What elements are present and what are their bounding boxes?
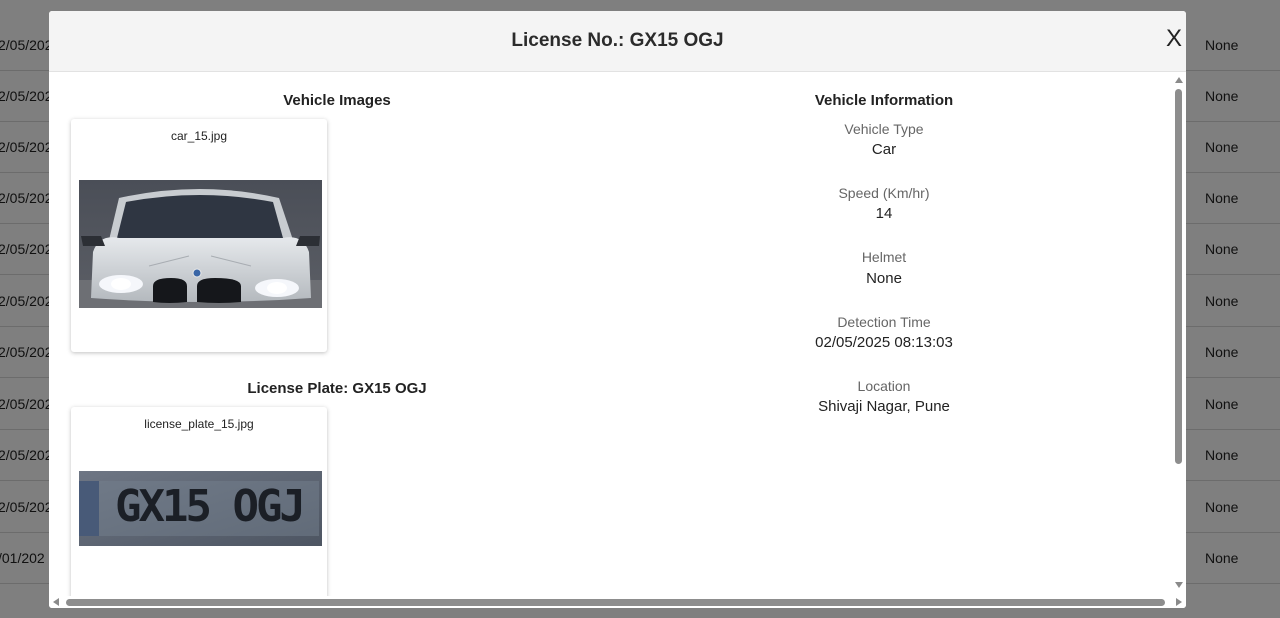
vehicle-information-heading: Vehicle Information (814, 92, 954, 109)
modal-header: License No.: GX15 OGJ X (49, 11, 1186, 72)
detection-time-label: Detection Time (837, 314, 931, 330)
horizontal-scroll-thumb[interactable] (66, 599, 1165, 606)
plate-text: GX15 OGJ (115, 481, 306, 532)
horizontal-scrollbar[interactable] (49, 596, 1186, 608)
modal-body[interactable]: Vehicle Images car_15.jpg License Plate:… (49, 72, 1173, 596)
vertical-scrollbar[interactable] (1173, 72, 1186, 596)
speed-value: 14 (875, 205, 893, 222)
license-plate-image-card: license_plate_15.jpg GX15 OGJ (71, 407, 327, 596)
license-plate-photo: GX15 OGJ (79, 471, 322, 546)
vehicle-type-value: Car (871, 141, 897, 158)
location-value: Shivaji Nagar, Pune (818, 398, 950, 415)
vehicle-images-heading: Vehicle Images (283, 92, 391, 109)
car-photo (79, 180, 322, 308)
location-label: Location (857, 378, 911, 394)
scroll-down-arrow-icon[interactable] (1175, 582, 1183, 588)
car-image-card: car_15.jpg (71, 119, 327, 352)
helmet-value: None (866, 270, 902, 287)
speed-label: Speed (Km/hr) (838, 185, 930, 201)
vehicle-type-label: Vehicle Type (844, 121, 924, 137)
scroll-up-arrow-icon[interactable] (1175, 77, 1183, 83)
car-image-caption: car_15.jpg (170, 129, 228, 143)
vertical-scroll-thumb[interactable] (1175, 89, 1182, 464)
helmet-label: Helmet (861, 249, 907, 265)
scroll-left-arrow-icon[interactable] (53, 598, 59, 606)
scroll-right-arrow-icon[interactable] (1176, 598, 1182, 606)
detection-time-value: 02/05/2025 08:13:03 (815, 334, 953, 351)
license-plate-heading: License Plate: GX15 OGJ (247, 380, 427, 397)
license-plate-image-caption: license_plate_15.jpg (144, 417, 254, 431)
close-button[interactable]: X (1166, 27, 1182, 51)
modal-title: License No.: GX15 OGJ (511, 30, 724, 51)
vehicle-details-modal: License No.: GX15 OGJ X Vehicle Images c… (49, 11, 1186, 608)
